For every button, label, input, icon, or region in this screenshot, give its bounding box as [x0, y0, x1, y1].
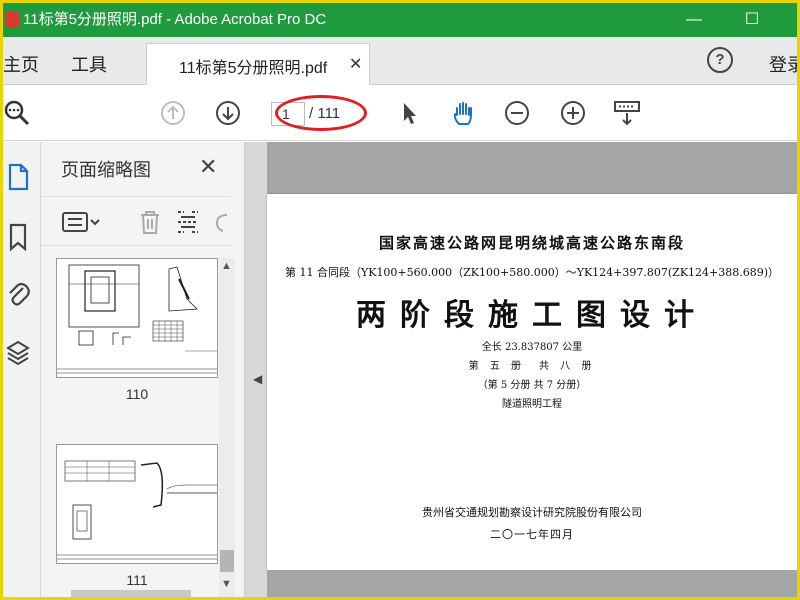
- select-cursor-icon[interactable]: [395, 99, 423, 127]
- tab-tools[interactable]: 工具: [71, 51, 107, 77]
- layers-icon[interactable]: [5, 338, 31, 368]
- close-panel-button[interactable]: ✕: [199, 154, 217, 180]
- next-page-icon[interactable]: [214, 99, 242, 127]
- previous-page-edge: [267, 142, 797, 194]
- delete-page-icon[interactable]: [137, 209, 163, 235]
- minimize-button[interactable]: —: [671, 3, 717, 37]
- doc-subject: 隧道照明工程: [502, 399, 562, 410]
- doc-sub-volume: （第 5 分册 共 7 分册）: [477, 380, 587, 391]
- scrollbar-thumb[interactable]: [220, 550, 234, 572]
- scroll-down-arrow-icon[interactable]: ▼: [221, 578, 232, 590]
- attachment-icon[interactable]: [5, 278, 31, 308]
- doc-date: 二〇一七年四月: [490, 528, 574, 541]
- panel-toolbar: [41, 196, 231, 246]
- acrobat-window: 11标第5分册照明.pdf - Adobe Acrobat Pro DC — ☐…: [3, 3, 797, 597]
- hand-tool-icon[interactable]: [449, 99, 477, 127]
- previous-page-icon[interactable]: [159, 99, 187, 127]
- doc-contract-section: 第 11 合同段（YK100+560.000（ZK100+580.000）～YK…: [284, 266, 780, 279]
- next-page-edge: [267, 570, 797, 597]
- collapse-panel-arrow-icon[interactable]: ◀: [253, 372, 262, 386]
- thumbnail-label-110: 110: [125, 386, 149, 402]
- doc-organization: 贵州省交通规划勘察设计研究院股份有限公司: [422, 506, 642, 519]
- zoom-out-icon[interactable]: [503, 99, 531, 127]
- login-link[interactable]: 登录: [769, 51, 797, 77]
- zoom-in-icon[interactable]: [559, 99, 587, 127]
- thumbnail-drawing: [57, 264, 217, 374]
- pdf-app-icon: [5, 12, 19, 28]
- pdf-page: 国家高速公路网昆明绕城高速公路东南段 第 11 合同段（YK100+560.00…: [267, 194, 797, 570]
- rotate-icon[interactable]: [213, 209, 229, 235]
- extract-page-icon[interactable]: [175, 209, 201, 235]
- thumbnail-page-110[interactable]: [56, 258, 218, 378]
- doc-total-length: 全长 23.837807 公里: [481, 342, 583, 353]
- horizontal-scrollbar[interactable]: [71, 590, 191, 597]
- search-icon[interactable]: [3, 99, 31, 127]
- panel-title: 页面缩略图: [61, 160, 151, 180]
- tab-document[interactable]: 11标第5分册照明.pdf ✕: [146, 43, 370, 85]
- thumbnails-scrollbar[interactable]: ▲ ▼: [219, 258, 235, 597]
- highlight-annotation: [275, 95, 367, 131]
- thumbnails-panel: 页面缩略图 ✕ 110 111 ▲ ▼: [41, 142, 245, 597]
- document-tab-label: 11标第5分册照明.pdf: [179, 60, 328, 77]
- left-icon-rail: [3, 142, 41, 597]
- scroll-up-arrow-icon[interactable]: ▲: [221, 260, 232, 272]
- window-title: 11标第5分册照明.pdf - Adobe Acrobat Pro DC: [23, 11, 327, 28]
- help-button[interactable]: ?: [707, 47, 733, 73]
- doc-heading: 国家高速公路网昆明绕城高速公路东南段: [378, 234, 685, 252]
- thumbnail-label-111: 111: [126, 572, 148, 588]
- scroll-mode-icon[interactable]: [613, 99, 641, 127]
- thumbnail-page-111[interactable]: [56, 444, 218, 564]
- close-tab-button[interactable]: ✕: [349, 54, 362, 74]
- doc-volume: 第 五 册 共 八 册: [468, 361, 596, 372]
- document-view: ◀ 国家高速公路网昆明绕城高速公路东南段 第 11 合同段（YK100+560.…: [245, 142, 797, 597]
- toolbar: 1 / 111: [3, 85, 797, 141]
- tab-home[interactable]: 主页: [3, 51, 39, 77]
- maximize-button[interactable]: ☐: [729, 3, 775, 37]
- bookmark-icon[interactable]: [5, 222, 31, 252]
- thumbnail-drawing: [57, 460, 217, 560]
- doc-main-title: 两阶段施工图设计: [356, 298, 708, 333]
- options-menu-icon[interactable]: [61, 209, 101, 235]
- title-bar: 11标第5分册照明.pdf - Adobe Acrobat Pro DC — ☐: [3, 3, 797, 37]
- page-thumbnails-icon[interactable]: [5, 162, 31, 192]
- tab-row: 主页 工具 11标第5分册照明.pdf ✕ ? 登录: [3, 37, 797, 85]
